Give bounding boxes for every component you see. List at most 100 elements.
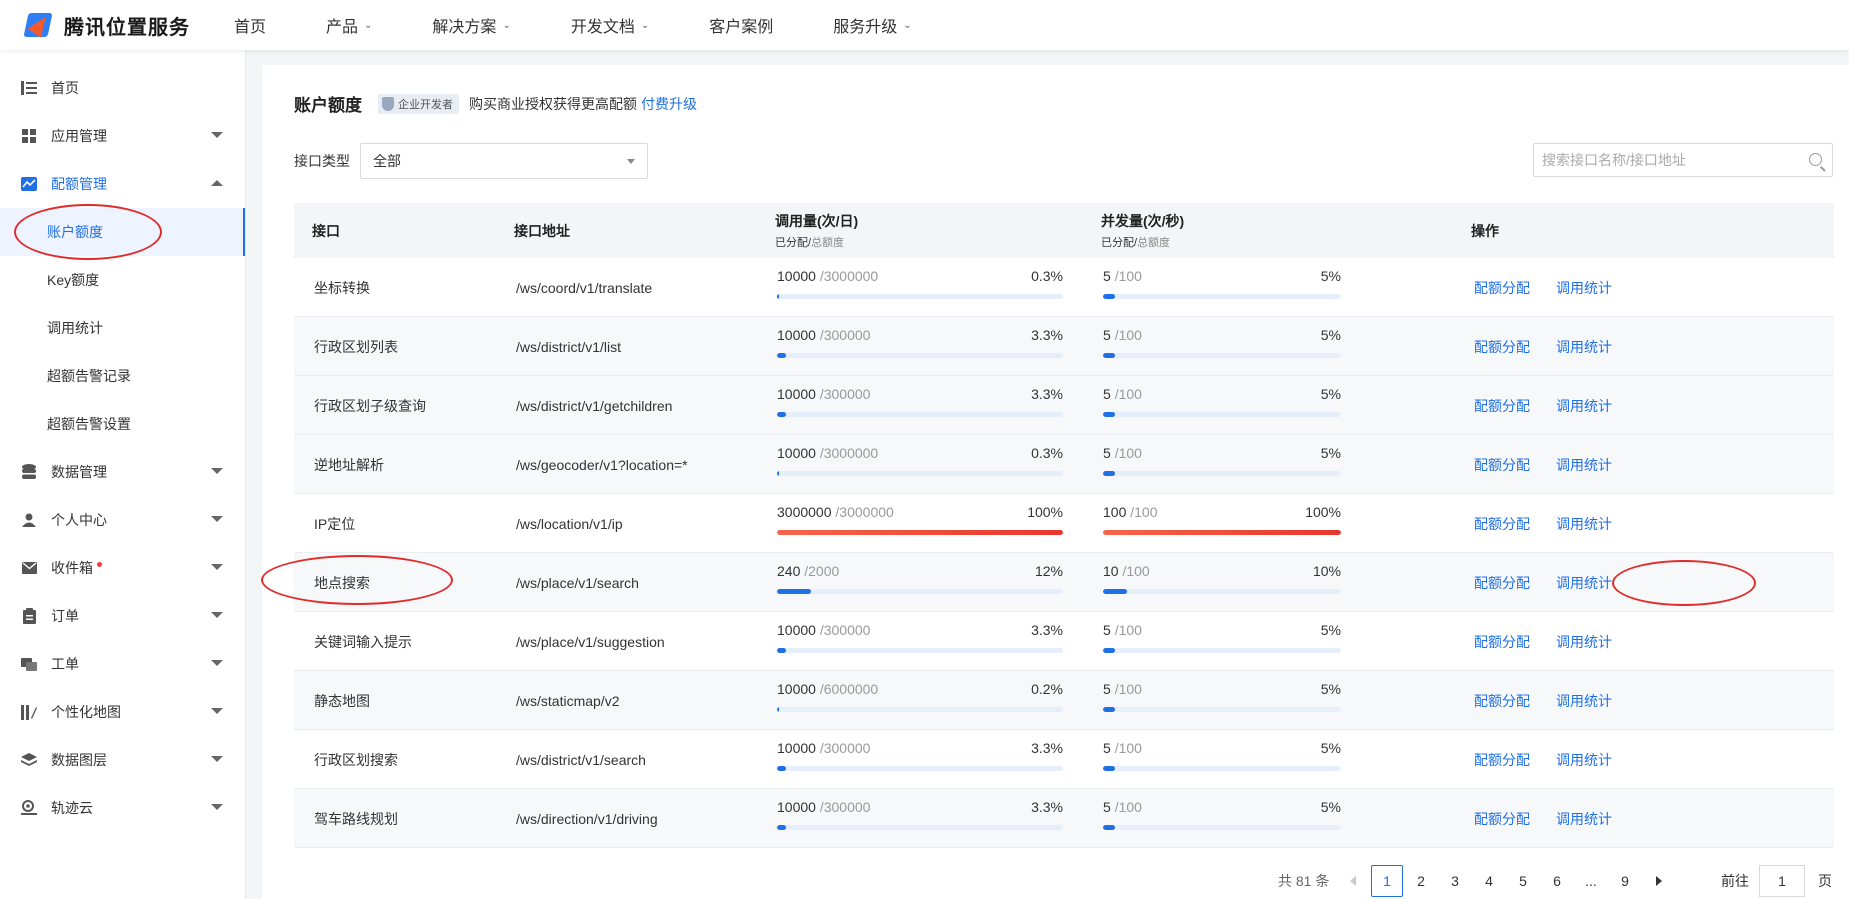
nav-cases[interactable]: 客户案例 [709, 13, 773, 37]
header-actions: 操作 [1471, 203, 1499, 258]
header-label: 并发量(次/秒) [1101, 213, 1185, 229]
cell-api-name: 逆地址解析 [314, 435, 384, 494]
conc-total: /100 [1114, 445, 1142, 461]
page-button[interactable]: 1 [1371, 865, 1403, 897]
call-stats-link[interactable]: 调用统计 [1556, 396, 1612, 416]
calls-total: /300000 [819, 386, 871, 402]
page-button[interactable]: 3 [1439, 865, 1471, 897]
cell-action-stats: 调用统计 [1556, 612, 1612, 671]
sidebar-subitem-account-quota[interactable]: 账户额度 [0, 208, 245, 256]
prev-page-button[interactable] [1337, 865, 1369, 897]
ticket-icon [21, 656, 37, 672]
sidebar-subitem-call-stats[interactable]: 调用统计 [0, 304, 245, 352]
sidebar-item-orders[interactable]: 订单 [0, 592, 245, 640]
upgrade-link[interactable]: 付费升级 [641, 94, 697, 114]
calls-percent: 3.3% [1031, 386, 1063, 402]
sidebar-item-apps[interactable]: 应用管理 [0, 112, 245, 160]
calls-total: /2000 [804, 563, 840, 579]
sidebar-item-profile[interactable]: 个人中心 [0, 496, 245, 544]
call-stats-link[interactable]: 调用统计 [1556, 809, 1612, 829]
cell-api-name: 地点搜索 [314, 553, 370, 612]
nav-upgrade[interactable]: 服务升级 ⌄ [833, 13, 911, 37]
quota-allocate-link[interactable]: 配额分配 [1474, 573, 1530, 593]
page-button[interactable]: 6 [1541, 865, 1573, 897]
grid-icon [21, 128, 37, 144]
quota-allocate-link[interactable]: 配额分配 [1474, 809, 1530, 829]
page-button[interactable]: 9 [1609, 865, 1641, 897]
quota-allocate-link[interactable]: 配额分配 [1474, 691, 1530, 711]
call-stats-link[interactable]: 调用统计 [1556, 573, 1612, 593]
sidebar-subitem-key-quota[interactable]: Key额度 [0, 256, 245, 304]
api-name: 驾车路线规划 [314, 810, 398, 827]
page-button[interactable]: 2 [1405, 865, 1437, 897]
quota-allocate-link[interactable]: 配额分配 [1474, 337, 1530, 357]
call-stats-link[interactable]: 调用统计 [1556, 750, 1612, 770]
calls-used: 10000 [777, 268, 816, 284]
call-stats-link[interactable]: 调用统计 [1556, 691, 1612, 711]
call-stats-link[interactable]: 调用统计 [1556, 514, 1612, 534]
sidebar-subitem-alert-settings[interactable]: 超额告警设置 [0, 400, 245, 448]
conc-used: 5 [1103, 622, 1111, 638]
brand-logo[interactable]: 腾讯位置服务 [23, 9, 234, 41]
call-stats-link[interactable]: 调用统计 [1556, 278, 1612, 298]
api-name: 静态地图 [314, 692, 370, 709]
goto-page-input[interactable]: 1 [1759, 865, 1805, 897]
api-type-select[interactable]: 全部 [360, 143, 648, 179]
search-input[interactable]: 搜索接口名称/接口地址 [1533, 143, 1833, 177]
sidebar-subitem-alert-records[interactable]: 超额告警记录 [0, 352, 245, 400]
sidebar-item-data[interactable]: 数据管理 [0, 448, 245, 496]
select-value: 全部 [373, 153, 401, 169]
api-name: IP定位 [314, 515, 356, 532]
sidebar-item-home[interactable]: 首页 [0, 64, 245, 112]
cell-api-url: /ws/coord/v1/translate [516, 258, 652, 317]
quota-allocate-link[interactable]: 配额分配 [1474, 632, 1530, 652]
developer-badge: 企业开发者 [378, 93, 459, 114]
calls-progress-track [777, 353, 1063, 358]
sidebar-item-label: 工单 [51, 656, 79, 672]
header-calls: 调用量(次/日) 已分配/总额度 [775, 203, 858, 258]
quota-allocate-link[interactable]: 配额分配 [1474, 750, 1530, 770]
cell-action-allocate: 配额分配 [1474, 494, 1530, 553]
calls-used: 10000 [777, 622, 816, 638]
sidebar-subitem-label: 调用统计 [47, 320, 103, 336]
next-page-button[interactable] [1643, 865, 1675, 897]
nav-solutions[interactable]: 解决方案 ⌄ [432, 13, 510, 37]
sidebar-item-inbox[interactable]: 收件箱 [0, 544, 245, 592]
api-name: 关键词输入提示 [314, 633, 412, 650]
nav-home[interactable]: 首页 [234, 13, 266, 37]
sidebar-item-track-cloud[interactable]: 轨迹云 [0, 784, 245, 832]
call-stats-link[interactable]: 调用统计 [1556, 632, 1612, 652]
quota-allocate-link[interactable]: 配额分配 [1474, 396, 1530, 416]
concurrency-meter: 5 /100 5% [1103, 445, 1341, 476]
sidebar-item-tickets[interactable]: 工单 [0, 640, 245, 688]
caret-down-icon [211, 516, 223, 522]
cell-action-allocate: 配额分配 [1474, 376, 1530, 435]
conc-progress-track [1103, 825, 1341, 830]
total-count: 共 81 条 [1278, 873, 1330, 889]
call-stats-link[interactable]: 调用统计 [1556, 337, 1612, 357]
quota-allocate-link[interactable]: 配额分配 [1474, 455, 1530, 475]
page-ellipsis[interactable]: ... [1575, 865, 1607, 897]
nav-products[interactable]: 产品 ⌄ [326, 13, 372, 37]
tencent-map-logo-icon [23, 9, 56, 41]
calls-total: /3000000 [819, 268, 879, 284]
page-suffix: 页 [1818, 873, 1832, 889]
conc-used: 5 [1103, 740, 1111, 756]
page-button[interactable]: 4 [1473, 865, 1505, 897]
conc-progress-fill [1103, 353, 1115, 358]
nav-label: 客户案例 [709, 19, 774, 36]
conc-percent: 5% [1320, 386, 1341, 402]
sidebar-item-custom-map[interactable]: 个性化地图 [0, 688, 245, 736]
quota-allocate-link[interactable]: 配额分配 [1474, 514, 1530, 534]
calls-progress-track [777, 530, 1063, 535]
search-icon[interactable] [1809, 153, 1822, 166]
page-button[interactable]: 5 [1507, 865, 1539, 897]
call-stats-link[interactable]: 调用统计 [1556, 455, 1612, 475]
sidebar-subitem-label: 账户额度 [47, 224, 103, 240]
quota-allocate-link[interactable]: 配额分配 [1474, 278, 1530, 298]
concurrency-meter: 5 /100 5% [1103, 799, 1341, 830]
nav-label: 解决方案 [432, 19, 497, 36]
nav-docs[interactable]: 开发文档 ⌄ [571, 13, 649, 37]
sidebar-item-quota[interactable]: 配额管理 [0, 160, 245, 208]
sidebar-item-layers[interactable]: 数据图层 [0, 736, 245, 784]
